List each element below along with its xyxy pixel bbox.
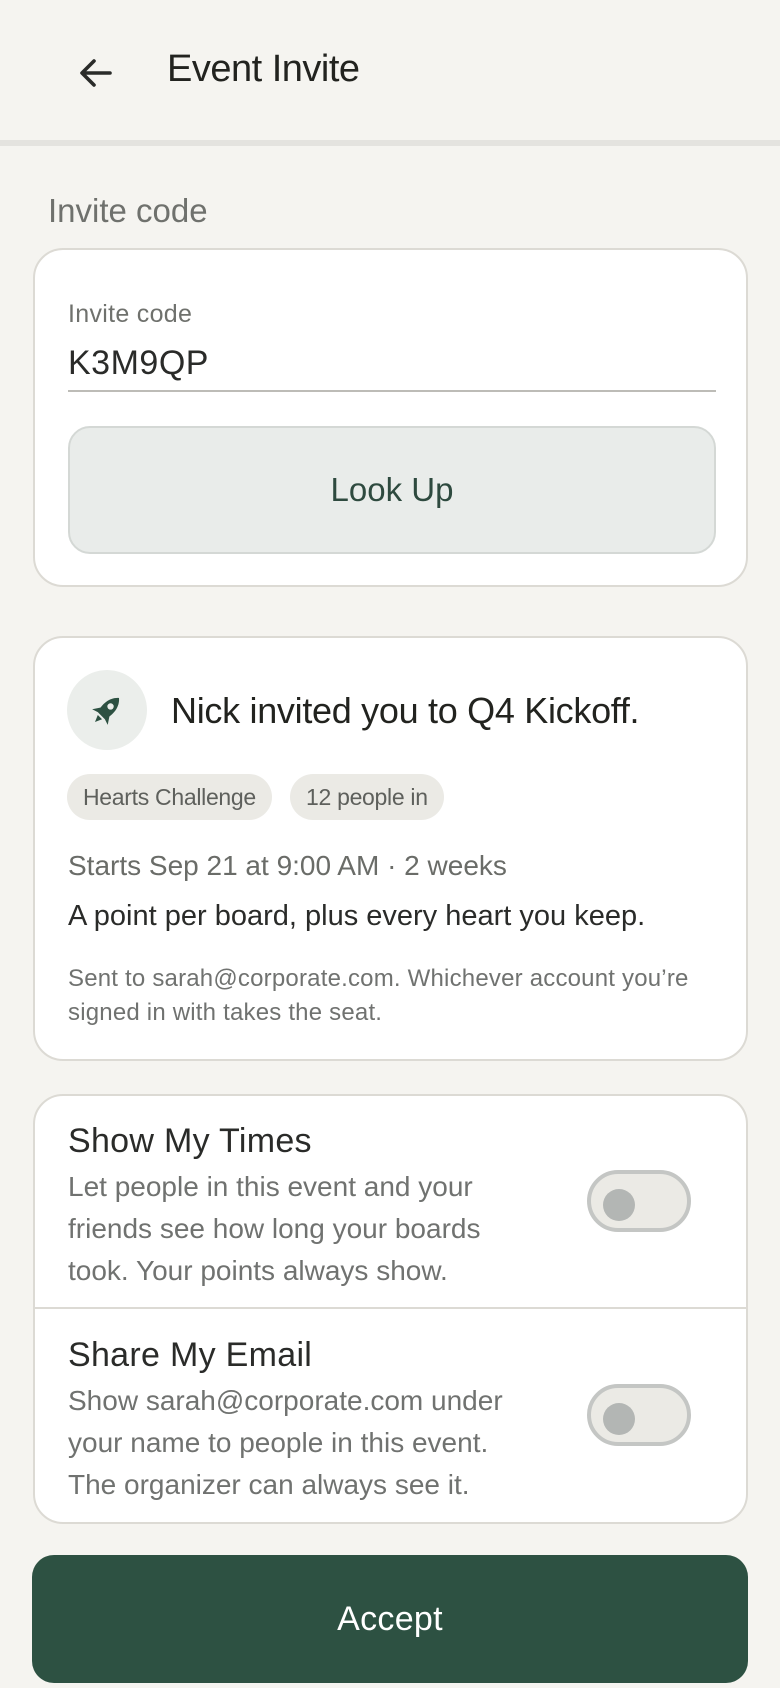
- pref-title: Share My Email: [68, 1336, 313, 1374]
- pref-row-show-my-times: Show My Times Let people in this event a…: [35, 1096, 746, 1309]
- chip-participants: 12 people in: [290, 774, 444, 820]
- arrow-left-icon: [80, 59, 112, 87]
- share-my-email-toggle[interactable]: [587, 1384, 691, 1446]
- preferences-card: Show My Times Let people in this event a…: [33, 1094, 748, 1524]
- chip-event-type: Hearts Challenge: [67, 774, 272, 820]
- page-title: Event Invite: [167, 48, 360, 90]
- event-description: A point per board, plus every heart you …: [68, 900, 646, 932]
- rocket-icon: [92, 697, 120, 725]
- look-up-button[interactable]: Look Up: [68, 426, 716, 554]
- invite-code-input[interactable]: [68, 336, 716, 392]
- invite-code-section-label: Invite code: [48, 192, 208, 229]
- event-schedule: Starts Sep 21 at 9:00 AM · 2 weeks: [68, 850, 507, 881]
- invite-title: Nick invited you to Q4 Kickoff.: [171, 690, 640, 731]
- pref-description: Let people in this event and your friend…: [68, 1171, 481, 1286]
- pref-description: Show sarah@corporate.com under your name…: [68, 1385, 503, 1500]
- back-button[interactable]: [68, 45, 124, 101]
- pref-title: Show My Times: [68, 1122, 312, 1160]
- invite-code-card: Invite code Look Up: [33, 248, 748, 587]
- app-header: Event Invite: [0, 0, 780, 146]
- invite-details-card: Nick invited you to Q4 Kickoff. Hearts C…: [33, 636, 748, 1061]
- toggle-knob: [603, 1189, 635, 1221]
- invite-code-field-label: Invite code: [68, 300, 193, 328]
- pref-row-share-my-email: Share My Email Show sarah@corporate.com …: [35, 1310, 746, 1523]
- accept-button[interactable]: Accept: [32, 1555, 748, 1683]
- show-my-times-toggle[interactable]: [587, 1170, 691, 1232]
- invite-recipient-note: Sent to sarah@corporate.com. Whichever a…: [68, 965, 689, 1026]
- toggle-knob: [603, 1403, 635, 1435]
- event-avatar: [67, 670, 147, 750]
